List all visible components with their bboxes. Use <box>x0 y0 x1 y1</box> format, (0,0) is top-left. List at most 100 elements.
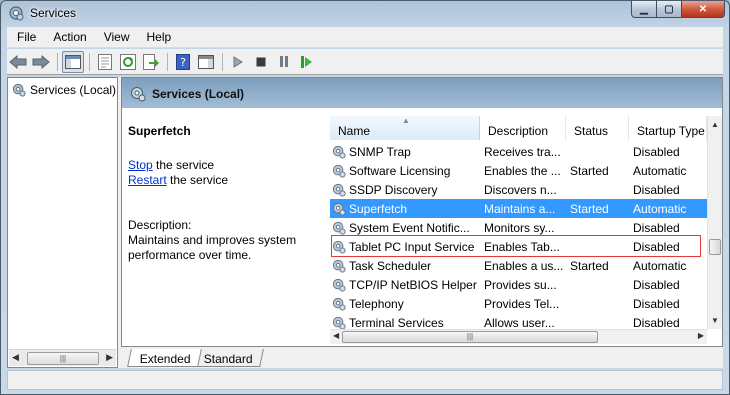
services-pane: Services (Local) Superfetch Stop the ser… <box>121 77 723 347</box>
table-row[interactable]: TCP/IP NetBIOS Helper Provides su... Disab… <box>330 275 707 294</box>
service-name: Superfetch <box>349 201 408 216</box>
tree-item-label: Services (Local) <box>30 83 117 97</box>
service-gear-icon <box>332 202 346 216</box>
service-name: Tablet PC Input Service <box>349 239 475 254</box>
services-gear-icon <box>131 87 146 102</box>
maximize-button[interactable]: ▢ <box>657 1 682 18</box>
tab-extended[interactable]: Extended <box>127 349 202 367</box>
scrollbar-thumb[interactable]: ||| <box>27 352 99 365</box>
restart-link[interactable]: Restart <box>128 173 167 187</box>
scrollbar-thumb[interactable]: ||| <box>342 331 598 343</box>
service-startup-type: Disabled <box>633 315 680 330</box>
service-gear-icon <box>332 183 346 197</box>
table-row[interactable]: Superfetch Maintains a... Started Automatic <box>330 199 707 218</box>
column-status[interactable]: Status <box>566 116 629 140</box>
service-gear-icon <box>332 297 346 311</box>
pause-service-button[interactable] <box>273 51 295 73</box>
service-name: Telephony <box>349 296 404 311</box>
close-icon: ✕ <box>698 3 708 15</box>
table-row[interactable]: Tablet PC Input Service Enables Tab... Dis… <box>330 237 707 256</box>
minimize-icon: ▁ <box>640 3 648 15</box>
horizontal-scrollbar[interactable]: ◀ ||| ▶ <box>330 329 707 344</box>
service-startup-type: Disabled <box>633 220 680 235</box>
properties-button[interactable] <box>94 51 116 73</box>
scroll-up-icon[interactable]: ▲ <box>711 120 719 129</box>
stop-service-button[interactable] <box>250 51 272 73</box>
service-name: Software Licensing <box>349 163 451 178</box>
column-startup-type[interactable]: Startup Type <box>629 116 707 140</box>
show-action-pane-button[interactable] <box>195 51 217 73</box>
service-status: Started <box>570 201 609 216</box>
toolbar-separator <box>222 52 223 71</box>
service-gear-icon <box>332 316 346 330</box>
toolbar: ? <box>7 49 723 75</box>
column-description[interactable]: Description <box>480 116 566 140</box>
title-bar[interactable]: Services ▁ ▢ ✕ <box>1 1 729 25</box>
service-gear-icon <box>332 164 346 178</box>
content-area: Services (Local) ◀ ||| ▶ Services (Local… <box>7 77 723 368</box>
scroll-down-icon[interactable]: ▼ <box>711 316 719 325</box>
menu-bar: File Action View Help <box>7 27 723 48</box>
restart-service-icon <box>301 55 312 68</box>
stop-link[interactable]: Stop <box>128 158 153 172</box>
menu-help[interactable]: Help <box>137 27 179 47</box>
scroll-left-icon[interactable]: ◀ <box>333 331 339 340</box>
service-name-cell: Superfetch <box>330 202 480 216</box>
sort-ascending-icon: ▲ <box>402 116 410 125</box>
minimize-button[interactable]: ▁ <box>631 1 657 18</box>
table-row[interactable]: Software Licensing Enables the ... Started… <box>330 161 707 180</box>
forward-button[interactable] <box>30 51 52 73</box>
vertical-scrollbar[interactable]: ▲ ▼ <box>707 116 722 329</box>
service-startup-type: Disabled <box>633 182 680 197</box>
service-gear-icon <box>332 145 346 159</box>
stop-text: the service <box>152 158 215 172</box>
description-text: Maintains and improves system performanc… <box>128 233 297 262</box>
menu-action[interactable]: Action <box>43 27 93 47</box>
table-row[interactable]: Telephony Provides Tel... Disabled <box>330 294 707 313</box>
refresh-button[interactable] <box>117 51 139 73</box>
service-name-cell: Telephony <box>330 297 480 311</box>
restart-line: Restart the service <box>128 173 328 188</box>
service-name: System Event Notific... <box>349 220 470 235</box>
service-description: Enables Tab... <box>484 239 560 254</box>
toolbar-separator <box>89 52 90 71</box>
show-action-pane-icon <box>198 54 214 69</box>
tree-item-services-local[interactable]: Services (Local) <box>12 83 116 97</box>
table-row[interactable]: System Event Notific... Monitors sy... Dis… <box>330 218 707 237</box>
toolbar-separator <box>167 52 168 71</box>
tree-horizontal-scrollbar[interactable]: ◀ ||| ▶ <box>9 349 116 366</box>
table-row[interactable]: SSDP Discovery Discovers n... Disabled <box>330 180 707 199</box>
pause-service-icon <box>280 56 288 67</box>
selected-service-title: Superfetch <box>128 124 191 138</box>
tab-extended-label: Extended <box>139 352 191 366</box>
properties-icon <box>98 53 112 70</box>
service-name: SNMP Trap <box>349 144 411 159</box>
column-name[interactable]: ▲ Name <box>330 116 480 140</box>
scrollbar-thumb[interactable] <box>709 239 721 255</box>
service-status: Started <box>570 258 609 273</box>
service-gear-icon <box>332 240 346 254</box>
service-name: Terminal Services <box>349 315 444 330</box>
menu-view[interactable]: View <box>94 27 137 47</box>
close-button[interactable]: ✕ <box>682 1 725 18</box>
service-gear-icon <box>332 259 346 273</box>
tab-standard[interactable]: Standard <box>191 349 264 367</box>
show-hide-console-tree-button[interactable] <box>62 50 84 73</box>
service-name-cell: TCP/IP NetBIOS Helper <box>330 278 480 292</box>
menu-file[interactable]: File <box>7 27 43 47</box>
scroll-right-icon[interactable]: ▶ <box>698 331 704 340</box>
service-description: Allows user... <box>484 315 555 330</box>
scroll-right-icon[interactable]: ▶ <box>106 352 113 363</box>
table-row[interactable]: SNMP Trap Receives tra... Disabled <box>330 142 707 161</box>
export-list-button[interactable] <box>140 51 162 73</box>
scroll-left-icon[interactable]: ◀ <box>12 352 19 363</box>
help-button[interactable]: ? <box>172 51 194 73</box>
show-hide-console-tree-icon <box>65 54 81 69</box>
table-row[interactable]: Task Scheduler Enables a us... Started Auto… <box>330 256 707 275</box>
back-button[interactable] <box>7 51 29 73</box>
restart-service-button[interactable] <box>296 51 318 73</box>
start-service-button[interactable] <box>227 51 249 73</box>
start-service-icon <box>233 55 243 68</box>
forward-icon <box>32 54 50 69</box>
service-name-cell: Software Licensing <box>330 164 480 178</box>
